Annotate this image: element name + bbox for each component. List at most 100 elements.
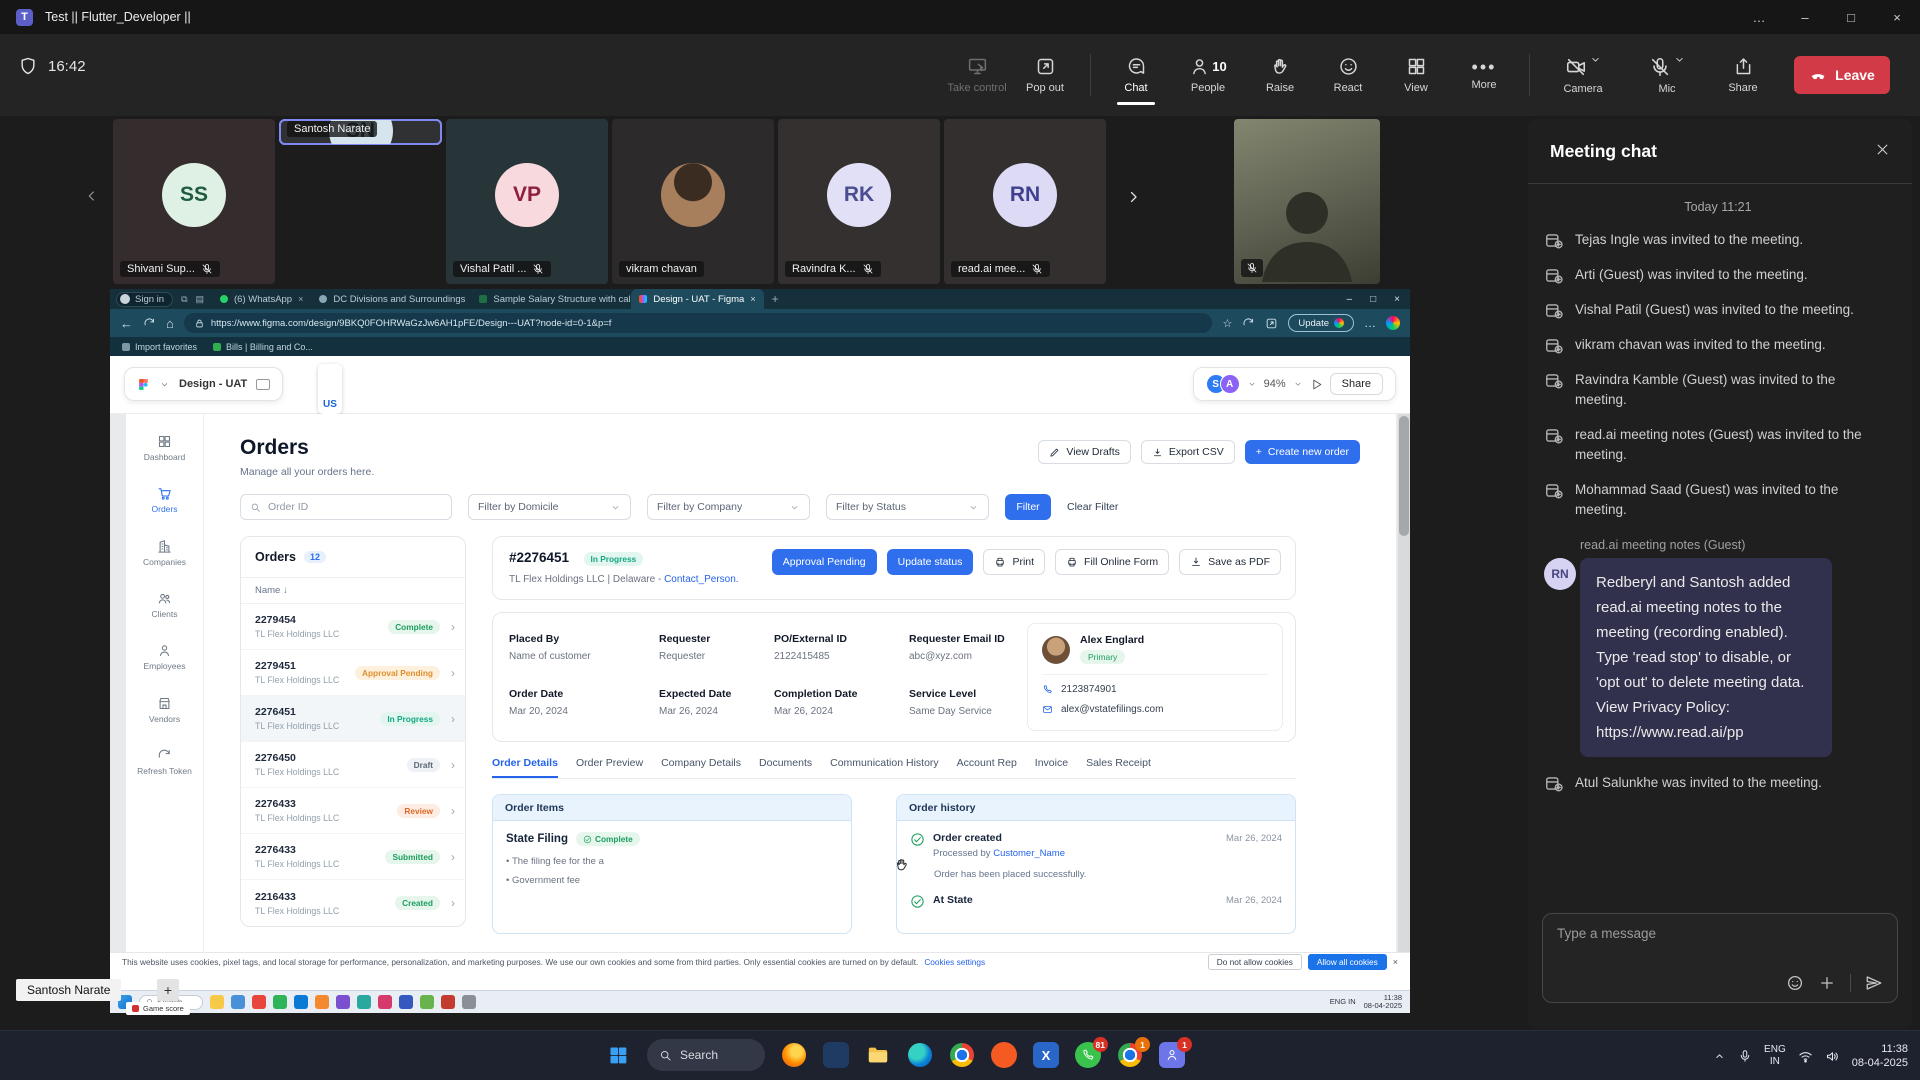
- pinned-app-icon[interactable]: [399, 995, 413, 1009]
- tab-invoice[interactable]: Invoice: [1035, 757, 1068, 778]
- order-row[interactable]: 2216433TL Flex Holdings LLC Created ›: [241, 880, 465, 926]
- clear-filter-button[interactable]: Clear Filter: [1067, 501, 1118, 513]
- filter-status-select[interactable]: Filter by Status: [826, 494, 989, 520]
- zoom-level[interactable]: 94%: [1264, 378, 1286, 390]
- taskbar-edge-icon[interactable]: [907, 1042, 933, 1068]
- order-row[interactable]: 2276433TL Flex Holdings LLC Review ›: [241, 788, 465, 834]
- browser-minimize-icon[interactable]: –: [1347, 294, 1353, 305]
- cookie-close-icon[interactable]: ×: [1393, 957, 1398, 967]
- leave-button[interactable]: Leave: [1794, 56, 1890, 94]
- people-button[interactable]: 10 People: [1173, 52, 1243, 98]
- volume-icon[interactable]: [1825, 1049, 1840, 1064]
- maximize-button[interactable]: □: [1828, 0, 1874, 34]
- layout-panel-icon[interactable]: [256, 379, 270, 390]
- tab-order-preview[interactable]: Order Preview: [576, 757, 643, 778]
- attach-plus-icon[interactable]: [1818, 974, 1836, 992]
- filter-domicile-select[interactable]: Filter by Domicile: [468, 494, 631, 520]
- cookies-settings-link[interactable]: Cookies settings: [924, 957, 985, 967]
- tray-mic-icon[interactable]: [1738, 1049, 1752, 1063]
- chat-button[interactable]: Chat: [1105, 52, 1167, 98]
- figma-share-button[interactable]: Share: [1330, 373, 1383, 395]
- taskbar-clock[interactable]: 11:3808-04-2025: [1852, 1042, 1908, 1071]
- participant-tile[interactable]: SN Santosh Narate: [279, 119, 442, 145]
- raise-hand-button[interactable]: Raise: [1249, 52, 1311, 98]
- chat-close-icon[interactable]: [1875, 142, 1890, 161]
- customer-name-link[interactable]: Customer_Name: [993, 848, 1065, 859]
- close-button[interactable]: ×: [1874, 0, 1920, 34]
- taskbar-brave-icon[interactable]: [991, 1042, 1017, 1068]
- name-column-header[interactable]: Name ↓: [241, 577, 465, 604]
- pinned-app-icon[interactable]: [378, 995, 392, 1009]
- pop-out-button[interactable]: Pop out: [1014, 52, 1076, 98]
- browser-tab-excel[interactable]: Sample Salary Structure with calc ×: [471, 289, 631, 309]
- order-row[interactable]: 2279454TL Flex Holdings LLC Complete ›: [241, 604, 465, 650]
- deny-cookies-button[interactable]: Do not allow cookies: [1208, 954, 1302, 970]
- order-id-search-input[interactable]: Order ID: [240, 494, 452, 520]
- taskbar-chrome-profile-icon[interactable]: 1: [1117, 1042, 1143, 1068]
- browser-tab-whatsapp[interactable]: (6) WhatsApp ×: [212, 289, 311, 309]
- participant-tile-video[interactable]: [1234, 119, 1380, 284]
- print-button[interactable]: Print: [983, 549, 1045, 575]
- view-button[interactable]: View: [1385, 52, 1447, 98]
- file-menu-chevron-icon[interactable]: [159, 379, 170, 390]
- update-status-button[interactable]: Update status: [887, 549, 974, 575]
- tab-actions-icon[interactable]: ⧉: [181, 294, 187, 305]
- zoom-chevron-icon[interactable]: [1293, 379, 1303, 389]
- participant-tile[interactable]: VP Vishal Patil ...: [446, 119, 608, 284]
- tab-close-icon[interactable]: ×: [298, 294, 303, 304]
- presenter-pin-button[interactable]: +: [157, 979, 179, 1001]
- tab-documents[interactable]: Documents: [759, 757, 812, 778]
- browser-maximize-icon[interactable]: □: [1370, 294, 1376, 305]
- mic-button[interactable]: Mic: [1628, 52, 1706, 99]
- start-button[interactable]: [605, 1042, 631, 1068]
- avatars-chevron-icon[interactable]: [1247, 379, 1257, 389]
- browser-profile-avatar[interactable]: [1386, 316, 1400, 330]
- pinned-app-icon[interactable]: [441, 995, 455, 1009]
- canvas-scrollbar[interactable]: [1398, 414, 1410, 952]
- create-new-order-button[interactable]: + Create new order: [1245, 440, 1360, 464]
- pinned-app-icon[interactable]: [210, 995, 224, 1009]
- browser-more-icon[interactable]: …: [1364, 316, 1376, 330]
- bookmark-import-favorites[interactable]: Import favorites: [122, 342, 197, 352]
- tab-company-details[interactable]: Company Details: [661, 757, 741, 778]
- filter-button[interactable]: Filter: [1005, 494, 1051, 520]
- taskbar-x-app-icon[interactable]: X: [1033, 1042, 1059, 1068]
- filmstrip-prev-icon[interactable]: [84, 188, 100, 204]
- contact-phone[interactable]: 2123874901: [1061, 684, 1117, 695]
- participant-tile[interactable]: RK Ravindra K...: [778, 119, 940, 284]
- sidebar-item-vendors[interactable]: Vendors: [149, 696, 180, 724]
- pinned-app-icon[interactable]: [294, 995, 308, 1009]
- allow-cookies-button[interactable]: Allow all cookies: [1308, 954, 1387, 970]
- browser-tab-figma[interactable]: Design - UAT - Figma ×: [631, 289, 763, 309]
- contact-person-link[interactable]: Contact_Person.: [664, 574, 739, 585]
- hidden-icons-chevron-icon[interactable]: [1713, 1050, 1726, 1063]
- filmstrip-next-icon[interactable]: [1124, 188, 1142, 206]
- browser-essentials-icon[interactable]: [1242, 317, 1255, 330]
- more-button[interactable]: ••• More: [1453, 56, 1515, 95]
- sidebar-item-clients[interactable]: Clients: [152, 591, 178, 619]
- taskbar-search[interactable]: Search: [647, 1039, 765, 1071]
- bookmark-bills-billing[interactable]: Bills | Billing and Co...: [213, 342, 313, 352]
- favorites-star-icon[interactable]: ☆: [1222, 317, 1232, 330]
- pinned-app-icon[interactable]: [273, 995, 287, 1009]
- order-row[interactable]: 2276433TL Flex Holdings LLC Submitted ›: [241, 834, 465, 880]
- present-play-icon[interactable]: [1310, 378, 1323, 391]
- tab-order-details[interactable]: Order Details: [492, 757, 558, 778]
- tab-communication-history[interactable]: Communication History: [830, 757, 939, 778]
- pinned-app-icon[interactable]: [462, 995, 476, 1009]
- home-icon[interactable]: ⌂: [166, 316, 174, 331]
- pinned-app-icon[interactable]: [336, 995, 350, 1009]
- taskbar-teams-icon[interactable]: 1: [1159, 1042, 1185, 1068]
- participant-tile[interactable]: RN read.ai mee...: [944, 119, 1106, 284]
- pinned-app-icon[interactable]: [420, 995, 434, 1009]
- filter-company-select[interactable]: Filter by Company: [647, 494, 810, 520]
- taskbar-chrome-icon[interactable]: [949, 1042, 975, 1068]
- taskbar-whatsapp-icon[interactable]: 81: [1075, 1042, 1101, 1068]
- view-drafts-button[interactable]: View Drafts: [1038, 440, 1131, 464]
- save-as-pdf-button[interactable]: Save as PDF: [1179, 549, 1281, 575]
- order-row[interactable]: 2279451TL Flex Holdings LLC Approval Pen…: [241, 650, 465, 696]
- order-row[interactable]: 2276450TL Flex Holdings LLC Draft ›: [241, 742, 465, 788]
- send-icon[interactable]: [1865, 974, 1883, 992]
- back-icon[interactable]: ←: [120, 316, 133, 331]
- participant-tile[interactable]: vikram chavan: [612, 119, 774, 284]
